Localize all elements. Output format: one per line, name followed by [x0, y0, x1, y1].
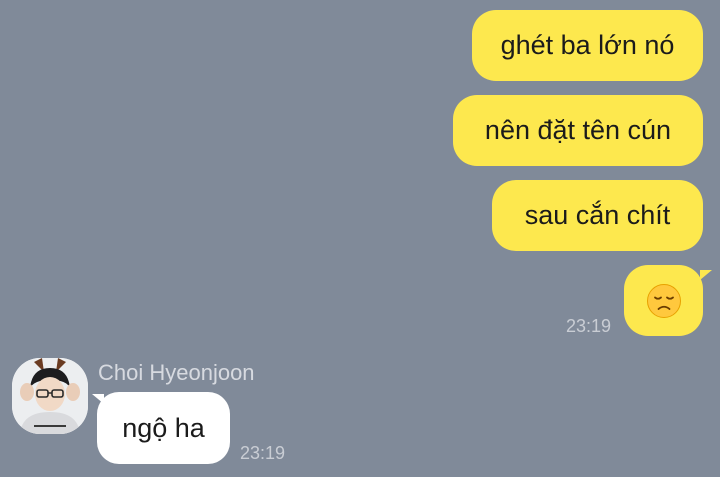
bubble-tail: [700, 270, 712, 280]
message-text: sau cắn chít: [524, 200, 671, 230]
message-text: nên đặt tên cún: [484, 115, 672, 145]
message-text: ghét ba lớn nó: [500, 30, 675, 60]
disappointed-face-emoji-icon: [646, 283, 681, 318]
message-text: ngộ ha: [122, 412, 205, 443]
outgoing-message-bubble[interactable]: sau cắn chít: [492, 180, 703, 251]
sender-name: Choi Hyeonjoon: [98, 360, 255, 385]
outgoing-emoji-bubble[interactable]: [624, 265, 703, 336]
sender-avatar[interactable]: [12, 358, 88, 434]
outgoing-message-bubble[interactable]: ghét ba lớn nó: [472, 10, 703, 81]
incoming-message-bubble[interactable]: ngộ ha: [97, 392, 230, 464]
message-timestamp: 23:19: [566, 316, 612, 336]
chat-conversation: ghét ba lớn nó nên đặt tên cún sau cắn c…: [0, 0, 720, 477]
avatar-image-icon: [12, 358, 88, 434]
outgoing-message-bubble[interactable]: nên đặt tên cún: [453, 95, 703, 166]
message-timestamp: 23:19: [240, 443, 286, 463]
